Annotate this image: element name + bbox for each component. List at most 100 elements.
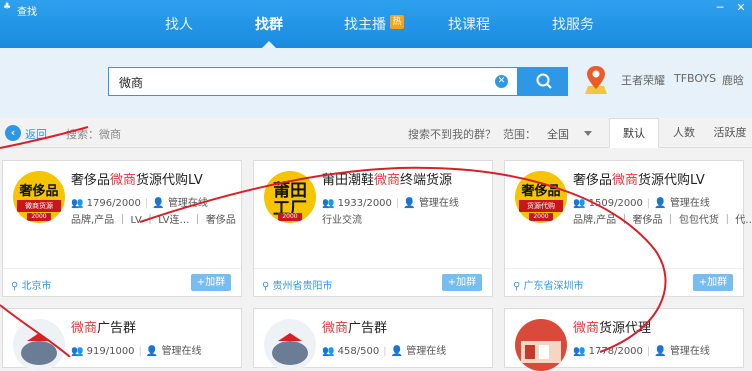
city-label: ⚲ 北京市 bbox=[11, 277, 52, 292]
members-icon: 👥 bbox=[71, 346, 84, 357]
group-name-highlight: 微商 bbox=[322, 321, 349, 336]
member-count: 919/1000 bbox=[86, 346, 135, 357]
group-stats: 👥 1778/2000 | 👤 管理在线 bbox=[573, 346, 710, 357]
join-group-button[interactable]: +加群 bbox=[442, 274, 482, 291]
group-name-highlight: 微商 bbox=[110, 173, 137, 188]
sort-tab-activity[interactable]: 活跃度 bbox=[705, 118, 752, 148]
admin-status: 管理在线 bbox=[418, 198, 459, 209]
group-name-highlight: 微商 bbox=[71, 321, 98, 336]
group-name-part: 货源代购LV bbox=[136, 173, 203, 188]
group-name[interactable]: 莆田潮鞋微商终端货源 bbox=[322, 169, 452, 188]
admin-icon: 👤 bbox=[654, 198, 667, 209]
group-name[interactable]: 奢侈品微商货源代购LV bbox=[71, 169, 203, 188]
search-icon bbox=[536, 73, 552, 89]
not-found-link[interactable]: 搜索不到我的群？ bbox=[408, 126, 496, 142]
group-name-part: 货源代购LV bbox=[638, 173, 705, 188]
close-button[interactable]: ✕ bbox=[733, 1, 749, 15]
join-group-button[interactable]: +加群 bbox=[191, 274, 231, 291]
group-stats: 👥 1933/2000 | 👤 管理在线 bbox=[322, 198, 459, 209]
card-footer: ⚲ 贵州省贵阳市 +加群 bbox=[254, 268, 492, 296]
avatar-text: 莆田 bbox=[273, 181, 307, 201]
admin-icon: 👤 bbox=[390, 346, 404, 357]
group-stats: 👥 1796/2000 | 👤 管理在线 bbox=[71, 198, 208, 209]
admin-icon: 👤 bbox=[654, 346, 667, 357]
group-card[interactable]: 奢侈品 微商货源 2000 奢侈品微商货源代购LV 👥 1796/2000 | 👤 … bbox=[2, 160, 242, 297]
group-tags: 行业交流 bbox=[322, 215, 362, 226]
tab-find-streamers[interactable]: 找主播 bbox=[340, 0, 390, 48]
location-icon: ⚲ bbox=[262, 281, 270, 292]
card-footer: ⚲ 北京市 +加群 bbox=[3, 268, 241, 296]
window-title: 查找 bbox=[17, 7, 37, 18]
members-icon: 👥 bbox=[573, 198, 586, 209]
group-name-part: 广告群 bbox=[97, 321, 137, 336]
group-name[interactable]: 奢侈品微商货源代购LV bbox=[573, 169, 705, 188]
member-count: 1778/2000 bbox=[588, 346, 643, 357]
tab-find-services[interactable]: 找服务 bbox=[548, 0, 598, 48]
product-photo-icon bbox=[521, 341, 561, 363]
group-avatar: 奢侈品 货源代购 2000 bbox=[515, 171, 567, 223]
group-card[interactable]: 微商广告群 👥 919/1000 | 👤 管理在线 bbox=[2, 308, 242, 371]
search-summary: 搜索：微商 bbox=[66, 128, 121, 141]
sort-tab-default[interactable]: 默认 bbox=[609, 118, 659, 148]
group-name[interactable]: 微商广告群 bbox=[71, 317, 136, 336]
group-avatar: 莆田 工厂 2000 bbox=[264, 171, 316, 223]
admin-status: 管理在线 bbox=[167, 198, 208, 209]
search-button[interactable] bbox=[518, 67, 568, 96]
tab-find-people[interactable]: 找人 bbox=[155, 0, 203, 48]
search-input[interactable] bbox=[119, 74, 479, 90]
member-count: 458/500 bbox=[337, 346, 380, 357]
city-text: 北京市 bbox=[21, 281, 52, 292]
title-bar: ♣ 查找 找人 找群 找主播 热 找课程 找服务 ─ ✕ bbox=[0, 0, 752, 48]
join-group-button[interactable]: +加群 bbox=[693, 274, 733, 291]
admin-status: 管理在线 bbox=[669, 198, 710, 209]
range-select[interactable]: 全国 bbox=[547, 126, 569, 142]
avatar-text: 2000 bbox=[529, 213, 553, 221]
admin-status: 管理在线 bbox=[406, 346, 447, 357]
admin-icon: 👤 bbox=[403, 198, 416, 209]
tab-find-courses[interactable]: 找课程 bbox=[444, 0, 494, 48]
hot-word-3[interactable]: 鹿晗 bbox=[722, 72, 744, 88]
group-avatar bbox=[515, 319, 567, 371]
members-icon: 👥 bbox=[322, 198, 335, 209]
hot-word-2[interactable]: TFBOYS bbox=[674, 72, 716, 85]
admin-status: 管理在线 bbox=[161, 346, 202, 357]
group-card[interactable]: 微商广告群 👥 458/500 | 👤 管理在线 bbox=[253, 308, 493, 371]
group-name-part: 货源代理 bbox=[599, 321, 652, 336]
sort-tab-members[interactable]: 人数 bbox=[659, 118, 709, 148]
admin-icon: 👤 bbox=[145, 346, 159, 357]
group-card[interactable]: 微商货源代理 👥 1778/2000 | 👤 管理在线 bbox=[504, 308, 744, 371]
admin-status: 管理在线 bbox=[669, 346, 710, 357]
chevron-down-icon[interactable] bbox=[584, 131, 592, 136]
group-card[interactable]: 奢侈品 货源代购 2000 奢侈品微商货源代购LV 👥 1509/2000 | 👤 … bbox=[504, 160, 752, 297]
search-box: ✕ bbox=[108, 67, 518, 96]
member-count: 1509/2000 bbox=[588, 198, 643, 209]
group-name[interactable]: 微商货源代理 bbox=[573, 317, 651, 336]
tab-find-groups[interactable]: 找群 bbox=[252, 0, 286, 48]
group-stats: 👥 1509/2000 | 👤 管理在线 bbox=[573, 198, 710, 209]
whale-logo-icon bbox=[21, 333, 57, 365]
back-link[interactable]: 返回 bbox=[25, 126, 47, 142]
group-name-part: 终端货源 bbox=[400, 173, 453, 188]
filter-bar: ‹ 返回 搜索：微商 搜索不到我的群？ 范围： 全国 默认 人数 活跃度 bbox=[0, 118, 752, 148]
location-pin-icon[interactable] bbox=[584, 64, 608, 96]
card-footer: ⚲ 广东省深圳市 +加群 bbox=[505, 268, 743, 296]
whale-logo-icon bbox=[272, 333, 308, 365]
hot-word-1[interactable]: 王者荣耀 bbox=[621, 72, 665, 88]
back-arrow-icon[interactable]: ‹ bbox=[5, 125, 21, 141]
group-name-part: 广告群 bbox=[348, 321, 388, 336]
member-count: 1796/2000 bbox=[86, 198, 141, 209]
avatar-text: 2000 bbox=[278, 213, 302, 221]
minimize-button[interactable]: ─ bbox=[712, 1, 728, 15]
admin-icon: 👤 bbox=[152, 198, 165, 209]
group-name-highlight: 微商 bbox=[612, 173, 639, 188]
group-name[interactable]: 微商广告群 bbox=[322, 317, 387, 336]
group-stats: 👥 919/1000 | 👤 管理在线 bbox=[71, 346, 202, 357]
group-name-part: 奢侈品 bbox=[71, 173, 111, 188]
group-tags: 品牌,产品 ｜ 奢侈品 ｜ 包包代货 ｜ 代… bbox=[573, 215, 752, 226]
avatar-text: 微商货源 bbox=[17, 200, 61, 212]
group-card[interactable]: 莆田 工厂 2000 莆田潮鞋微商终端货源 👥 1933/2000 | 👤 管理在线… bbox=[253, 160, 493, 297]
location-icon: ⚲ bbox=[11, 281, 19, 292]
group-name-highlight: 微商 bbox=[573, 321, 600, 336]
clear-icon[interactable]: ✕ bbox=[495, 75, 508, 88]
city-label: ⚲ 贵州省贵阳市 bbox=[262, 277, 333, 292]
